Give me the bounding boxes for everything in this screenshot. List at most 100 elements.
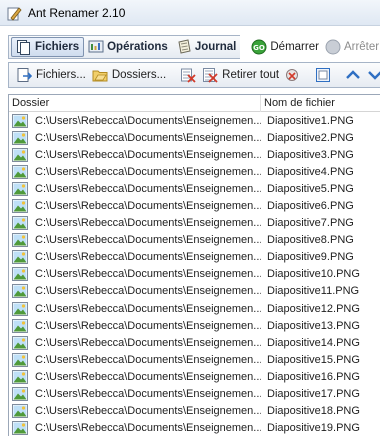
file-name: Diapositive10.PNG: [267, 268, 360, 281]
table-row[interactable]: C:\Users\Rebecca\Documents\Enseignemen..…: [9, 403, 380, 420]
folder-path: C:\Users\Rebecca\Documents\Enseignemen..…: [35, 302, 261, 315]
window-title: Ant Renamer 2.10: [28, 5, 126, 20]
file-name: Diapositive14.PNG: [267, 336, 360, 349]
folder-path: C:\Users\Rebecca\Documents\Enseignemen..…: [35, 319, 261, 332]
file-list[interactable]: Dossier Nom de fichier C:\Users\Rebecca\…: [8, 94, 380, 436]
folder-cell: C:\Users\Rebecca\Documents\Enseignemen..…: [9, 284, 261, 299]
remove-dead-icon: [285, 67, 301, 83]
table-row[interactable]: C:\Users\Rebecca\Documents\Enseignemen..…: [9, 420, 380, 436]
image-file-icon: [12, 164, 28, 179]
tab-fichiers[interactable]: Fichiers: [11, 37, 85, 57]
tab-journal[interactable]: Journal: [172, 37, 241, 57]
stop-icon: [325, 39, 341, 55]
operations-icon: [88, 39, 104, 55]
title-bar: Ant Renamer 2.10: [0, 0, 380, 26]
main-toolbar: Fichiers Opérations Journal GO Démarrer …: [0, 34, 380, 60]
remove-all-label: Retirer tout: [222, 69, 280, 81]
start-button[interactable]: GO Démarrer: [248, 39, 322, 55]
table-row[interactable]: C:\Users\Rebecca\Documents\Enseignemen..…: [9, 129, 380, 146]
tab-strip: Fichiers Opérations Journal: [8, 35, 241, 59]
image-file-icon: [12, 199, 28, 214]
image-file-icon: [12, 387, 28, 402]
add-files-button[interactable]: Fichiers...: [13, 65, 89, 85]
tab-journal-label: Journal: [194, 41, 237, 53]
column-header-nom-de-fichier[interactable]: Nom de fichier: [261, 95, 380, 112]
folder-path: C:\Users\Rebecca\Documents\Enseignemen..…: [35, 200, 261, 213]
app-window: Ant Renamer 2.10 Fichiers Opérations Jou…: [0, 0, 380, 436]
preview-button[interactable]: [312, 65, 334, 85]
file-name: Diapositive13.PNG: [267, 319, 360, 332]
folder-cell: C:\Users\Rebecca\Documents\Enseignemen..…: [9, 147, 261, 162]
add-files-icon: [16, 67, 33, 83]
file-name: Diapositive3.PNG: [267, 148, 354, 161]
folder-path: C:\Users\Rebecca\Documents\Enseignemen..…: [35, 234, 261, 247]
column-header-dossier[interactable]: Dossier: [9, 95, 261, 112]
folder-path: C:\Users\Rebecca\Documents\Enseignemen..…: [35, 131, 261, 144]
folder-path: C:\Users\Rebecca\Documents\Enseignemen..…: [35, 370, 261, 383]
folder-path: C:\Users\Rebecca\Documents\Enseignemen..…: [35, 405, 261, 418]
table-row[interactable]: C:\Users\Rebecca\Documents\Enseignemen..…: [9, 232, 380, 249]
image-file-icon: [12, 318, 28, 333]
file-name: Diapositive15.PNG: [267, 353, 360, 366]
add-folders-button[interactable]: Dossiers...: [89, 65, 169, 85]
image-file-icon: [12, 250, 28, 265]
remove-selected-button[interactable]: [177, 65, 199, 85]
table-row[interactable]: C:\Users\Rebecca\Documents\Enseignemen..…: [9, 163, 380, 180]
remove-all-button[interactable]: Retirer tout: [199, 65, 282, 85]
folder-path: C:\Users\Rebecca\Documents\Enseignemen..…: [35, 353, 261, 366]
table-row[interactable]: C:\Users\Rebecca\Documents\Enseignemen..…: [9, 215, 380, 232]
folder-cell: C:\Users\Rebecca\Documents\Enseignemen..…: [9, 318, 261, 333]
folder-cell: C:\Users\Rebecca\Documents\Enseignemen..…: [9, 164, 261, 179]
folder-path: C:\Users\Rebecca\Documents\Enseignemen..…: [35, 182, 261, 195]
add-folders-label: Dossiers...: [111, 69, 167, 81]
table-row[interactable]: C:\Users\Rebecca\Documents\Enseignemen..…: [9, 146, 380, 163]
image-file-icon: [12, 233, 28, 248]
file-name: Diapositive9.PNG: [267, 251, 354, 264]
tab-fichiers-label: Fichiers: [35, 41, 80, 53]
image-file-icon: [12, 113, 28, 128]
folder-path: C:\Users\Rebecca\Documents\Enseignemen..…: [35, 251, 261, 264]
folder-cell: C:\Users\Rebecca\Documents\Enseignemen..…: [9, 216, 261, 231]
tab-operations-label: Opérations: [107, 41, 168, 53]
folder-path: C:\Users\Rebecca\Documents\Enseignemen..…: [35, 388, 261, 401]
folder-cell: C:\Users\Rebecca\Documents\Enseignemen..…: [9, 352, 261, 367]
table-row[interactable]: C:\Users\Rebecca\Documents\Enseignemen..…: [9, 249, 380, 266]
remove-all-icon: [202, 67, 218, 83]
stop-button[interactable]: Arrêter: [322, 39, 380, 55]
table-row[interactable]: C:\Users\Rebecca\Documents\Enseignemen..…: [9, 300, 380, 317]
image-file-icon: [12, 130, 28, 145]
folder-cell: C:\Users\Rebecca\Documents\Enseignemen..…: [9, 267, 261, 282]
table-row[interactable]: C:\Users\Rebecca\Documents\Enseignemen..…: [9, 112, 380, 129]
table-row[interactable]: C:\Users\Rebecca\Documents\Enseignemen..…: [9, 180, 380, 197]
table-row[interactable]: C:\Users\Rebecca\Documents\Enseignemen..…: [9, 334, 380, 351]
folder-cell: C:\Users\Rebecca\Documents\Enseignemen..…: [9, 301, 261, 316]
table-row[interactable]: C:\Users\Rebecca\Documents\Enseignemen..…: [9, 351, 380, 368]
table-row[interactable]: C:\Users\Rebecca\Documents\Enseignemen..…: [9, 283, 380, 300]
folder-cell: C:\Users\Rebecca\Documents\Enseignemen..…: [9, 130, 261, 145]
app-icon: [6, 5, 22, 21]
folder-cell: C:\Users\Rebecca\Documents\Enseignemen..…: [9, 250, 261, 265]
start-icon: GO: [251, 39, 267, 55]
remove-selected-icon: [180, 67, 196, 83]
image-file-icon: [12, 147, 28, 162]
image-file-icon: [12, 352, 28, 367]
folder-path: C:\Users\Rebecca\Documents\Enseignemen..…: [35, 422, 261, 435]
table-row[interactable]: C:\Users\Rebecca\Documents\Enseignemen..…: [9, 386, 380, 403]
file-name: Diapositive5.PNG: [267, 182, 354, 195]
remove-dead-button[interactable]: [282, 65, 304, 85]
files-icon: [16, 39, 32, 55]
file-name: Diapositive11.PNG: [267, 285, 360, 298]
folder-path: C:\Users\Rebecca\Documents\Enseignemen..…: [35, 148, 261, 161]
move-down-button[interactable]: [364, 65, 380, 85]
folder-cell: C:\Users\Rebecca\Documents\Enseignemen..…: [9, 113, 261, 128]
file-name: Diapositive6.PNG: [267, 200, 354, 213]
table-row[interactable]: C:\Users\Rebecca\Documents\Enseignemen..…: [9, 266, 380, 283]
folder-cell: C:\Users\Rebecca\Documents\Enseignemen..…: [9, 387, 261, 402]
table-row[interactable]: C:\Users\Rebecca\Documents\Enseignemen..…: [9, 197, 380, 214]
tab-operations[interactable]: Opérations: [84, 37, 172, 57]
table-row[interactable]: C:\Users\Rebecca\Documents\Enseignemen..…: [9, 368, 380, 385]
table-row[interactable]: C:\Users\Rebecca\Documents\Enseignemen..…: [9, 317, 380, 334]
image-file-icon: [12, 216, 28, 231]
file-toolbar: Fichiers... Dossiers... Retirer tout: [8, 62, 380, 88]
move-up-button[interactable]: [342, 65, 364, 85]
